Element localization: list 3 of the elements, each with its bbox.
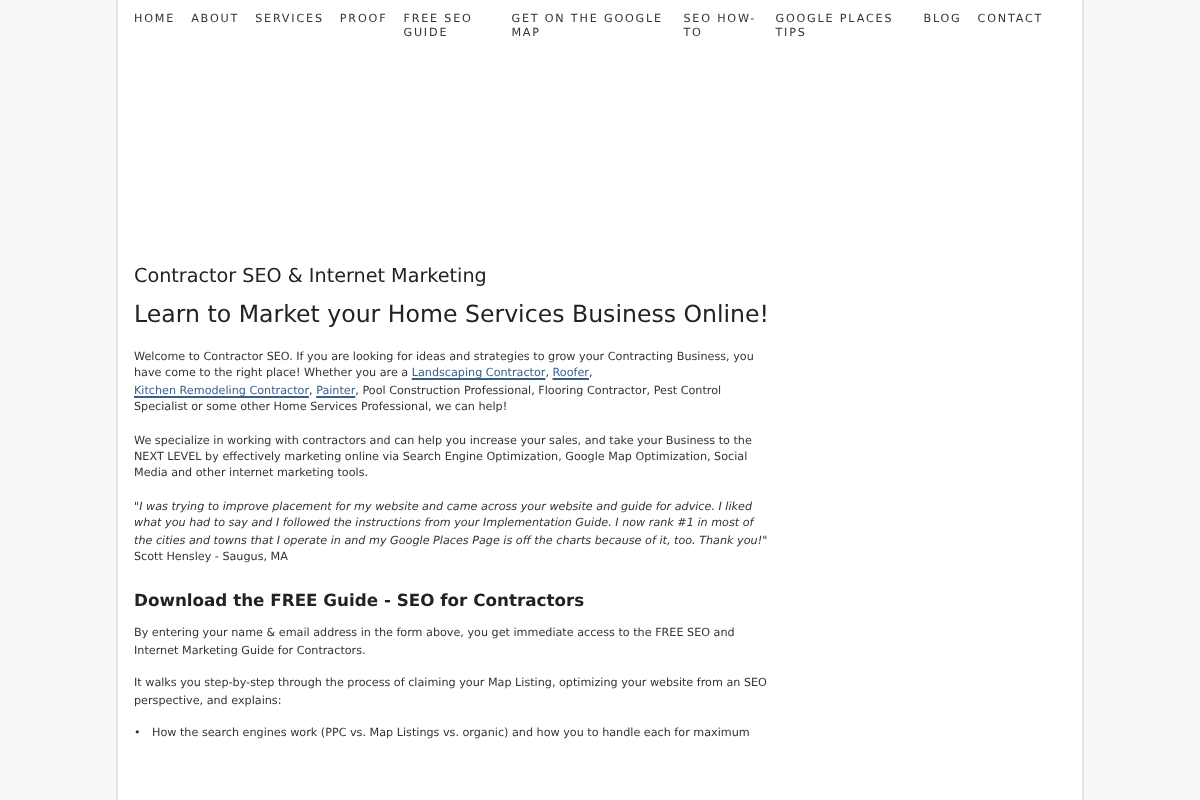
section-heading: Download the FREE Guide - SEO for Contractors	[134, 590, 587, 611]
headline: Learn to Market your Home Services Business Online!	[134, 300, 772, 328]
site-title: Contractor SEO & Internet Marketing	[134, 266, 489, 288]
